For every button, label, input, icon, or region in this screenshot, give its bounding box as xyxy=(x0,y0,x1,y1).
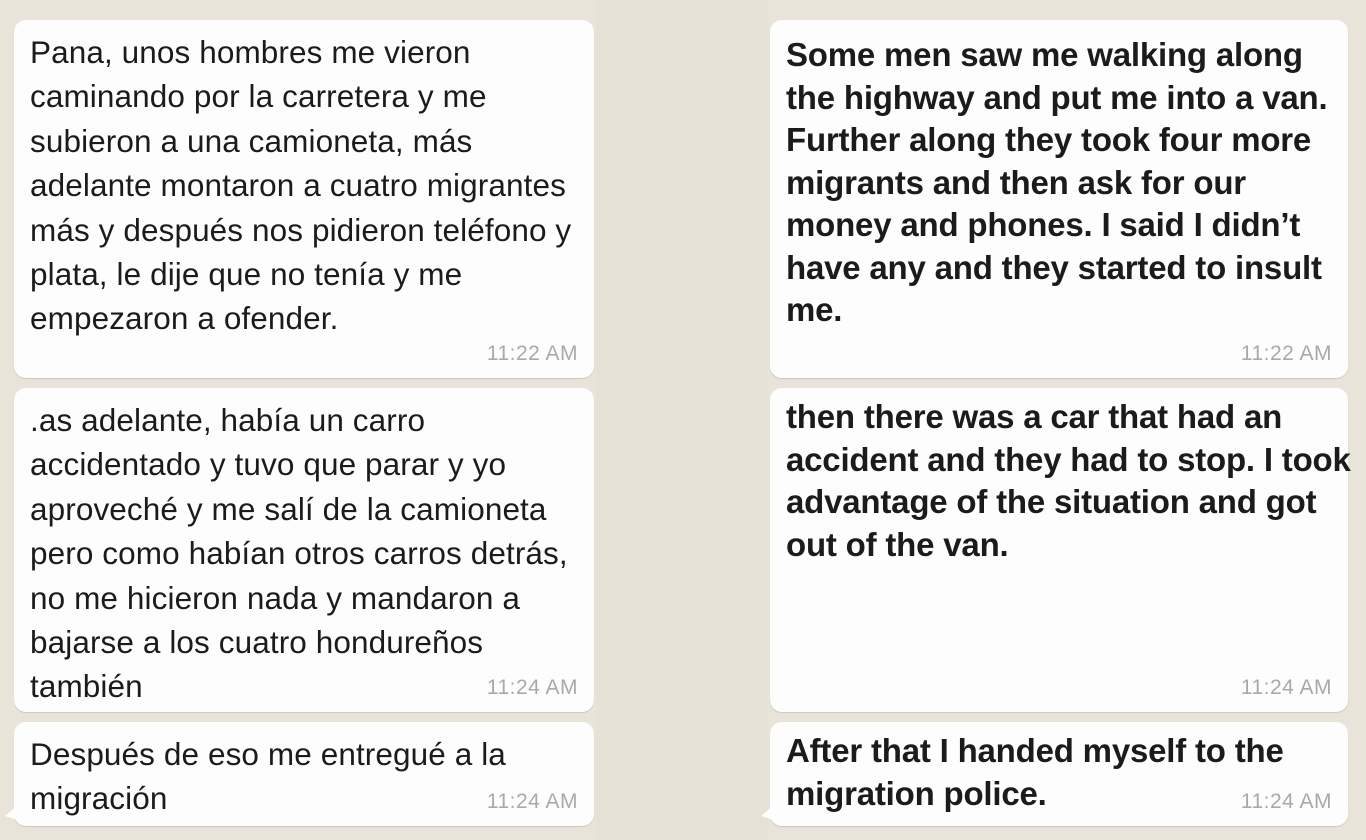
original-chat-column: Pana, unos hombres me vieron caminando p… xyxy=(0,0,596,840)
translation-chat-column: Some men saw me walking along the highwa… xyxy=(761,0,1366,840)
message-bubble[interactable]: Pana, unos hombres me vieron caminando p… xyxy=(14,20,594,378)
bubble-tail xyxy=(5,806,17,820)
bubble-tail xyxy=(761,806,773,820)
message-timestamp: 11:24 AM xyxy=(1240,790,1332,813)
message-timestamp: 11:22 AM xyxy=(1240,342,1332,365)
message-bubble[interactable]: .as adelante, había un carro accidentado… xyxy=(14,388,594,712)
message-text: then there was a car that had an acciden… xyxy=(786,398,1351,563)
message-bubble[interactable]: then there was a car that had an acciden… xyxy=(770,388,1351,712)
message-timestamp: 11:24 AM xyxy=(486,790,578,813)
message-timestamp: 11:24 AM xyxy=(486,676,578,699)
message-text: .as adelante, había un carro accidentado… xyxy=(30,402,568,705)
message-timestamp: 11:22 AM xyxy=(486,342,578,365)
message-bubble[interactable]: Some men saw me walking along the highwa… xyxy=(770,20,1348,378)
message-text: Pana, unos hombres me vieron caminando p… xyxy=(30,34,572,337)
message-bubble[interactable]: Después de eso me entregué a la migració… xyxy=(5,722,594,826)
message-text: Some men saw me walking along the highwa… xyxy=(786,36,1328,328)
message-bubble[interactable]: After that I handed myself to the migrat… xyxy=(761,722,1348,826)
panel-divider xyxy=(596,0,768,840)
message-timestamp: 11:24 AM xyxy=(1240,676,1332,699)
